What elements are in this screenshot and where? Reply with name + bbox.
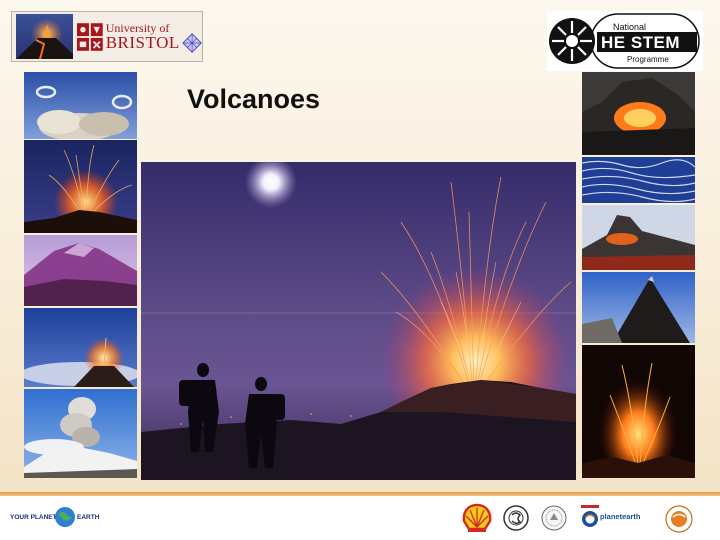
main-eruption-photo [141, 162, 576, 480]
lava-fountain-photo [582, 345, 695, 478]
globe-icon [55, 507, 75, 527]
lava-vent-photo [582, 72, 695, 155]
snowy-volcano-photo [24, 235, 137, 306]
university-logo-line2: BRISTOL [105, 33, 180, 52]
hestem-logo-line1: National [613, 22, 647, 32]
cinder-cone-photo [582, 272, 695, 343]
he-stem-logo: National HE STEM Programme [547, 11, 703, 71]
bristol-crest-icon [76, 22, 103, 51]
lava-cone-photo [582, 205, 695, 270]
geological-society-seal-icon [503, 505, 529, 531]
earth-label: EARTH [77, 514, 100, 521]
your-planet-label: YOUR PLANET [10, 514, 57, 521]
institution-seal-icon [541, 505, 567, 531]
planet-earth-logo: planetearth [581, 505, 647, 531]
sea-of-clouds-eruption-photo [24, 308, 137, 387]
shell-logo-icon [462, 503, 492, 532]
planet-earth-label: planetearth [600, 512, 641, 521]
volcano-logo-icon [16, 14, 73, 59]
hestem-logo-line2: HE STEM [601, 33, 681, 52]
your-planet-earth-logo: YOUR PLANET EARTH [10, 505, 100, 529]
planet-earth-swirl-icon [581, 505, 599, 527]
mesh-icon [182, 32, 202, 53]
hestem-logo-line3: Programme [627, 55, 669, 64]
university-of-bristol-logo: University of BRISTOL [11, 11, 203, 62]
ash-plume-photo [24, 389, 137, 478]
earth-science-unit-logo-icon [665, 505, 693, 533]
page-title: Volcanoes [187, 84, 321, 114]
pahoehoe-lava-photo [582, 157, 695, 203]
steam-rings-photo [24, 72, 137, 139]
strombolian-eruption-photo [24, 140, 137, 233]
